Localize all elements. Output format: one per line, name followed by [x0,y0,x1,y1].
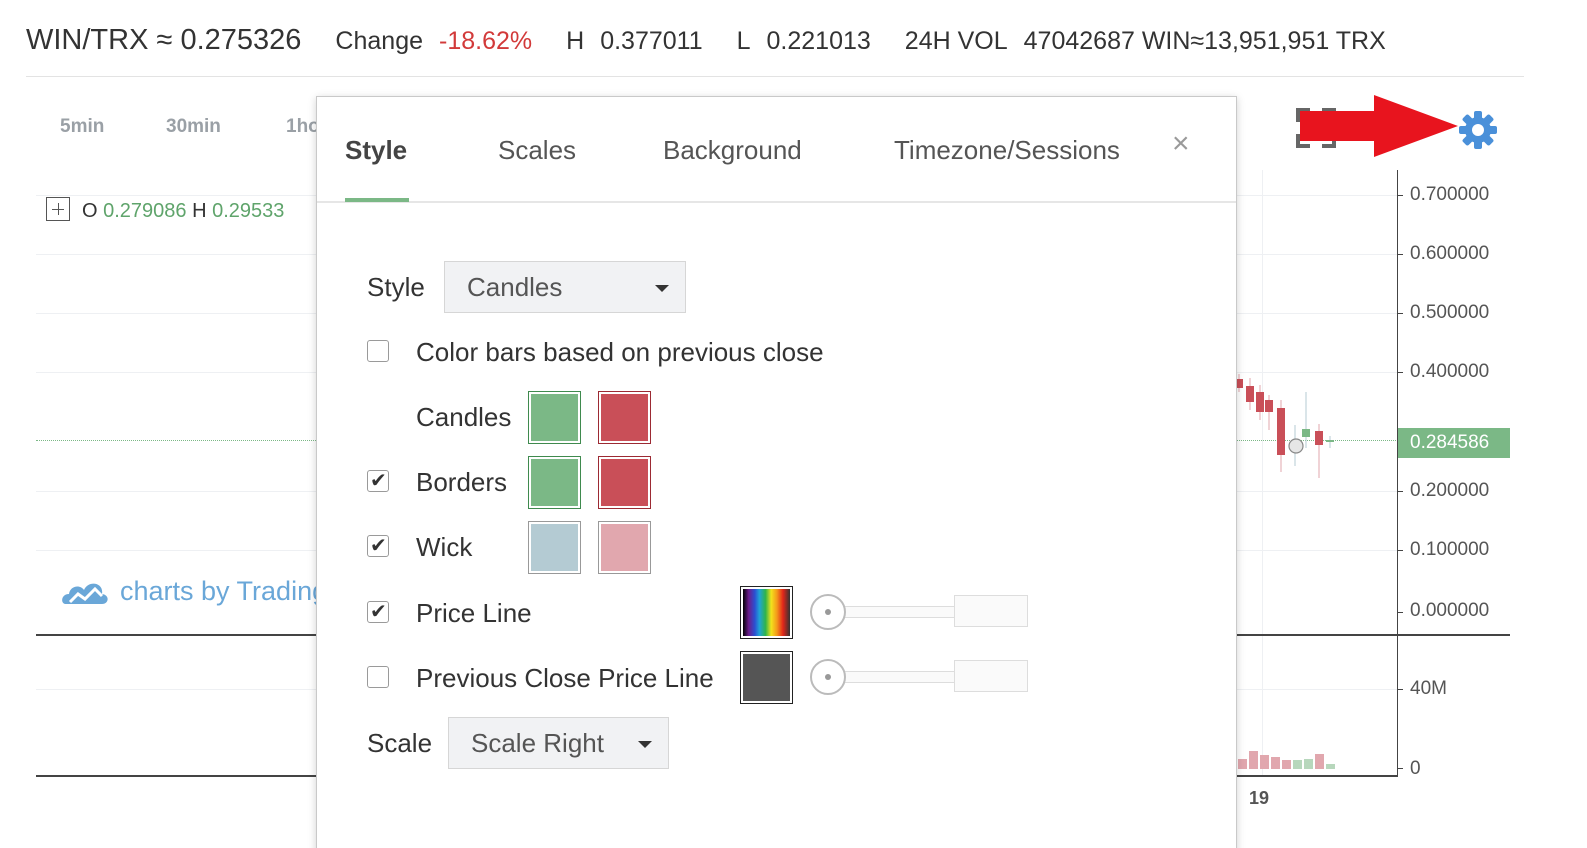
volume-axis-label: 0 [1410,758,1421,779]
pair-price: WIN/TRX ≈ 0.275326 [26,24,302,56]
volume-label: 24H VOL [904,27,1008,55]
current-price-tag: 0.284586 [1398,428,1510,458]
price-line-color[interactable] [740,586,793,639]
price-axis-label: 0.400000 [1410,361,1490,382]
candles-down-color[interactable] [598,391,651,444]
slider-handle[interactable] [810,594,846,630]
volume-bars [1238,751,1335,769]
style-select-value: Candles [467,272,563,302]
scale-select-value: Scale Right [471,728,604,758]
axis-tick [1397,689,1403,690]
interval-5min[interactable]: 5min [60,116,104,138]
prev-close-checkbox[interactable] [367,666,389,688]
cloud-logo-icon [62,583,108,604]
red-arrow-icon [1300,95,1458,157]
top-divider [26,76,1524,77]
wick-up-color[interactable] [528,521,581,574]
slider-track [844,606,956,618]
expand-icon[interactable] [46,197,70,221]
active-tab-indicator [345,198,409,202]
borders-down-color[interactable] [598,456,651,509]
tab-scales[interactable]: Scales [498,135,576,166]
slider-track [954,660,1028,692]
price-axis-label: 0.500000 [1410,302,1490,323]
change-label: Change [335,27,423,55]
ticker-bar: WIN/TRX ≈ 0.275326 Change -18.62% H 0.37… [26,24,1420,64]
prev-close-color-fill [743,654,790,701]
candles-down-color-fill [601,394,648,441]
color-bars-checkbox[interactable] [367,340,389,362]
price-axis-label: 0.000000 [1410,600,1490,621]
interval-30min[interactable]: 30min [166,116,221,138]
gear-icon[interactable] [1458,110,1498,150]
time-axis-label: 19 [1249,788,1270,808]
color-bars-label: Color bars based on previous close [416,337,824,367]
prev-close-color[interactable] [740,651,793,704]
borders-up-color-fill [531,459,578,506]
price-line-checkbox[interactable] [367,599,389,623]
axis-tick [1397,768,1403,769]
ohlc-high-value: 0.29533 [212,200,285,222]
price-axis-label: 0.100000 [1410,539,1490,560]
price-scale-border [1397,170,1398,776]
style-label: Style [367,272,425,302]
tab-background[interactable]: Background [663,135,802,166]
borders-label: Borders [416,467,508,497]
prev-close-label: Previous Close Price Line [416,663,714,693]
axis-tick [1397,612,1403,613]
wick-up-color-fill [531,524,578,571]
borders-down-color-fill [601,459,648,506]
low-label: L [736,27,751,55]
tab-style[interactable]: Style [345,135,407,166]
change-value: -18.62% [439,27,533,55]
wick-down-color-fill [601,524,648,571]
ohlc-open-label: O [82,200,98,222]
chevron-down-icon [655,285,669,292]
price-axis-label: 0.200000 [1410,480,1490,501]
axis-tick [1397,254,1403,255]
wick-down-color[interactable] [598,521,651,574]
scale-label: Scale [367,728,433,758]
chevron-down-icon [638,741,652,748]
axis-tick [1397,491,1403,492]
volume-axis-label: 40M [1410,678,1447,699]
tab-timezone-sessions[interactable]: Timezone/Sessions [894,135,1120,166]
borders-checkbox[interactable] [367,468,389,492]
axis-tick [1397,550,1403,551]
style-select[interactable]: Candles [444,261,686,313]
high-value: 0.377011 [600,27,703,55]
axis-tick [1397,195,1403,196]
ohlc-high-label: H [192,200,207,222]
slider-track [954,595,1028,627]
price-axis-label: 0.700000 [1410,184,1490,205]
candles-label: Candles [416,402,512,432]
axis-tick [1397,313,1403,314]
dialog-tabs: Style Scales Background Timezone/Session… [317,97,1236,203]
candles-up-color[interactable] [528,391,581,444]
price-line-width-slider[interactable] [810,594,1030,630]
slider-track [844,671,956,683]
ohlc-legend: O 0.279086 H 0.29533 [46,197,284,223]
candles-up-color-fill [531,394,578,441]
candles [1235,374,1334,478]
rainbow-swatch-icon [743,589,790,636]
price-axis-label: 0.600000 [1410,243,1490,264]
price-line-label: Price Line [416,598,532,628]
close-icon[interactable]: × [1172,127,1190,161]
volume-value: 47042687 WIN≈13,951,951 TRX [1023,27,1386,55]
scale-select[interactable]: Scale Right [448,717,669,769]
ohlc-open-value: 0.279086 [103,200,187,222]
low-value: 0.221013 [766,27,871,55]
high-label: H [566,27,585,55]
wick-label: Wick [416,532,473,562]
prev-close-width-slider[interactable] [810,659,1030,695]
axis-tick [1397,372,1403,373]
slider-handle[interactable] [810,659,846,695]
wick-checkbox[interactable] [367,533,389,557]
chart-settings-dialog: Style Scales Background Timezone/Session… [316,96,1237,848]
borders-up-color[interactable] [528,456,581,509]
